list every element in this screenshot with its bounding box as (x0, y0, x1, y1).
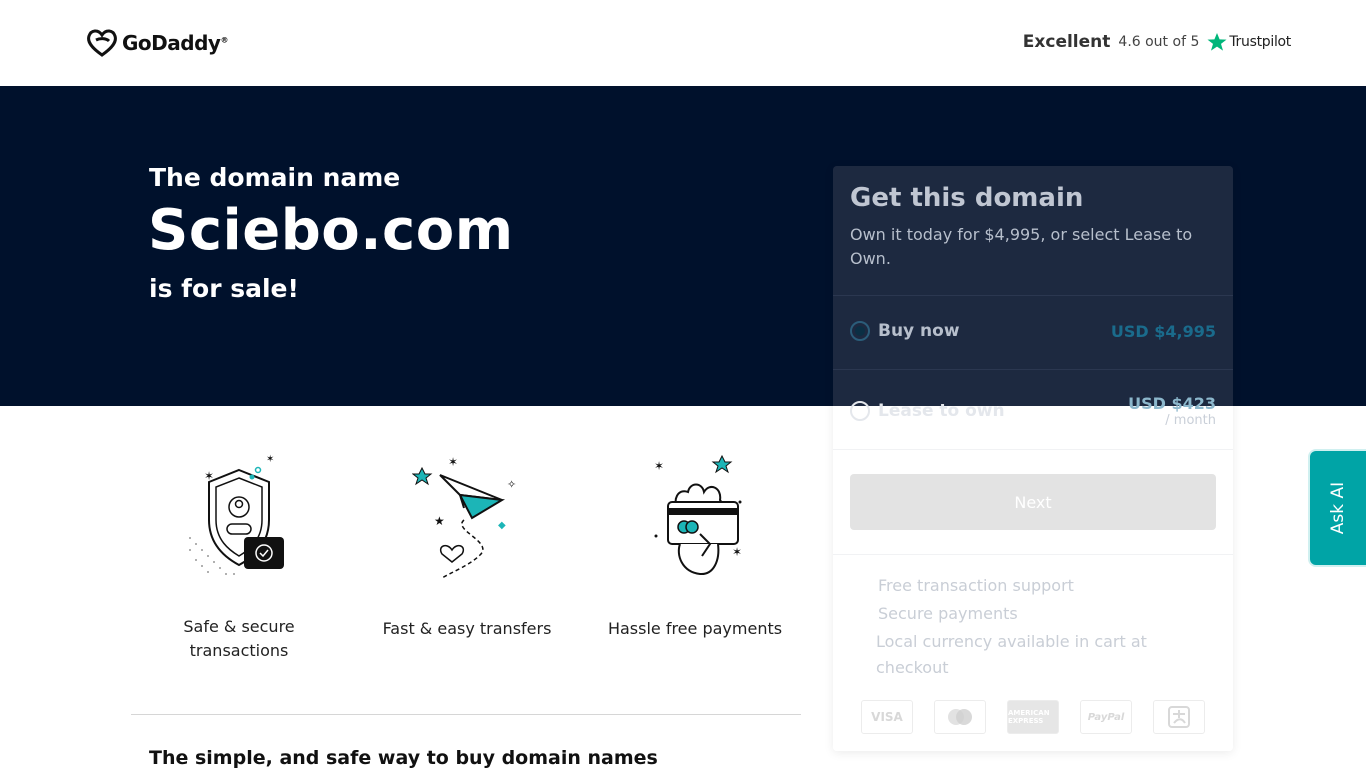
trustpilot-brand: Trustpilot (1229, 34, 1291, 50)
alipay-icon (1153, 700, 1205, 734)
svg-text:✶: ✶ (266, 454, 274, 465)
option-buy-now[interactable]: Buy now USD $4,995 (850, 321, 1216, 341)
trustpilot-rating[interactable]: Excellent 4.6 out of 5 Trustpilot (1022, 30, 1292, 54)
benefit-item: Local currency available in cart at chec… (876, 632, 1147, 677)
divider (833, 554, 1233, 555)
feature-label: Hassle free payments (607, 619, 783, 638)
radio-button[interactable] (850, 401, 870, 421)
benefit-item: Free transaction support (878, 576, 1074, 595)
option-price: USD $4,995 (1110, 321, 1216, 341)
domain-name: Sciebo.com (148, 198, 514, 263)
radio-button-selected[interactable] (850, 321, 870, 341)
option-label: Lease to own (878, 401, 1005, 421)
divider (833, 449, 1233, 450)
mastercard-icon (934, 700, 986, 734)
option-label: Buy now (878, 321, 960, 341)
godaddy-logo[interactable]: GoDaddy® (86, 28, 228, 58)
trust-score: 4.6 out of 5 (1118, 34, 1200, 50)
paper-plane-icon: ✶ ✧ ★ ◆ (412, 455, 516, 579)
godaddy-heart-icon (87, 29, 117, 57)
svg-text:✧: ✧ (507, 478, 516, 491)
card-description: Own it today for $4,995, or select Lease… (850, 225, 1193, 268)
option-price-period: / month (1165, 413, 1216, 428)
radio-dot (855, 326, 865, 336)
divider (833, 295, 1233, 296)
hand-card-icon: ✶ ✶ (654, 454, 742, 576)
svg-text:✶: ✶ (654, 459, 664, 473)
svg-text:✶: ✶ (448, 455, 458, 469)
section-divider (131, 714, 801, 715)
shield-user-icon: ✶ ✶ (189, 454, 284, 575)
option-price: USD $423 (1128, 394, 1216, 413)
svg-text:★: ★ (434, 514, 445, 528)
amex-icon: AMERICAN EXPRESS (1007, 700, 1059, 734)
card-title: Get this domain (850, 183, 1084, 213)
paypal-icon: PayPal (1080, 700, 1132, 734)
trust-rating-label: Excellent (1022, 32, 1111, 52)
feature-fast-transfers: ✶ ✧ ★ ◆ Fast & easy transfers (372, 450, 562, 641)
ask-ai-button[interactable]: Ask AI (1310, 451, 1366, 565)
svg-text:✶: ✶ (204, 469, 214, 483)
trustpilot-star-icon (1207, 33, 1227, 51)
ask-ai-label: Ask AI (1327, 481, 1348, 535)
hero-for-sale: is for sale! (149, 274, 299, 303)
visa-icon: VISA (861, 700, 913, 734)
payment-methods: VISA AMERICAN EXPRESS PayPal (861, 700, 1205, 734)
site-header: GoDaddy® Excellent 4.6 out of 5 Trustpil… (0, 0, 1366, 86)
svg-text:✶: ✶ (732, 545, 742, 559)
option-price-group: USD $423 / month (1128, 394, 1216, 428)
divider (833, 369, 1233, 370)
hero-intro: The domain name (149, 163, 401, 192)
feature-label: Fast & easy transfers (382, 619, 552, 638)
logo-wordmark: GoDaddy® (122, 31, 228, 55)
benefit-item: Secure payments (878, 604, 1018, 623)
next-button[interactable]: Next (850, 474, 1216, 530)
svg-text:◆: ◆ (498, 520, 506, 531)
purchase-card: Get this domain Own it today for $4,995,… (833, 166, 1233, 751)
option-lease-to-own[interactable]: Lease to own USD $423 / month (850, 394, 1216, 428)
feature-hassle-free: ✶ ✶ Hassle free payments (600, 450, 790, 641)
section-heading: The simple, and safe way to buy domain n… (149, 747, 658, 769)
feature-label: Safe & secure transactions (183, 617, 295, 660)
feature-safe-secure: ✶ ✶ Safe & secure transactions (144, 450, 334, 663)
